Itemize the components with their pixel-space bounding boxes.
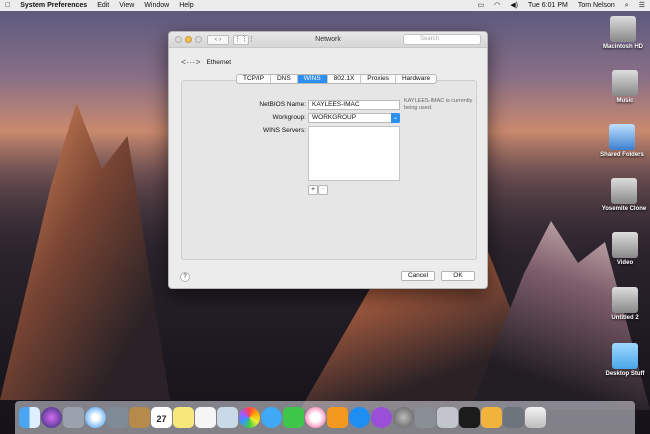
- wins-servers-list[interactable]: [308, 126, 400, 181]
- facetime-icon[interactable]: [283, 407, 304, 428]
- tab-bar: TCP/IP DNS WINS 802.1X Proxies Hardware: [236, 74, 438, 84]
- apple-icon[interactable]: : [0, 0, 15, 11]
- notes-book-icon[interactable]: [129, 407, 150, 428]
- add-server-button[interactable]: +: [308, 185, 318, 195]
- utility-icon[interactable]: [415, 407, 436, 428]
- tab-8021x[interactable]: 802.1X: [328, 75, 362, 83]
- desktop-untitled-2[interactable]: Untitled 2: [600, 287, 650, 321]
- desktop-label: Yosemite Clone: [601, 206, 647, 212]
- desktop-music[interactable]: Music: [600, 70, 650, 104]
- reminders-icon[interactable]: [195, 407, 216, 428]
- desktop-label: Desktop Stuff: [605, 371, 645, 377]
- safari-icon[interactable]: [85, 407, 106, 428]
- menu-app-name[interactable]: System Preferences: [15, 0, 92, 11]
- menu-edit[interactable]: Edit: [92, 0, 114, 11]
- help-button[interactable]: ?: [180, 272, 190, 282]
- system-preferences-icon[interactable]: [393, 407, 414, 428]
- tab-wins[interactable]: WINS: [297, 75, 328, 83]
- hard-drive-icon: [612, 70, 638, 96]
- calendar-icon[interactable]: 27: [151, 407, 172, 428]
- wifi-icon[interactable]: ◠: [489, 0, 505, 11]
- messages-icon[interactable]: [261, 407, 282, 428]
- terminal-icon[interactable]: [459, 407, 480, 428]
- desktop-desktop-stuff[interactable]: Desktop Stuff: [600, 343, 650, 377]
- ok-button[interactable]: OK: [441, 271, 475, 281]
- migration-icon[interactable]: [437, 407, 458, 428]
- siri-icon[interactable]: [41, 407, 62, 428]
- menu-user[interactable]: Tom Nelson: [573, 0, 620, 11]
- ethernet-icon: <···>: [181, 57, 201, 67]
- netbios-note: KAYLEES-IMAC is currently being used.: [404, 98, 473, 111]
- wins-servers-label: WINS Servers:: [263, 127, 306, 134]
- desktop-shared-folders[interactable]: Shared Folders: [597, 124, 647, 158]
- tab-proxies[interactable]: Proxies: [361, 75, 396, 83]
- desktop-label: Macintosh HD: [602, 44, 643, 50]
- netbios-label: NetBIOS Name:: [259, 101, 306, 108]
- hard-drive-icon: [611, 178, 637, 204]
- airplay-icon[interactable]: ▭: [473, 0, 490, 11]
- tab-hardware[interactable]: Hardware: [396, 75, 436, 83]
- desktop-macintosh-hd[interactable]: Macintosh HD: [598, 16, 648, 50]
- hard-drive-icon: [610, 16, 636, 42]
- desktop-label: Video: [616, 260, 634, 266]
- ibooks-icon[interactable]: [327, 407, 348, 428]
- finder-icon[interactable]: [19, 407, 40, 428]
- desktop-label: Untitled 2: [611, 315, 639, 321]
- menu-window[interactable]: Window: [139, 0, 174, 11]
- notification-icon[interactable]: ☰: [634, 0, 650, 11]
- menu-bar:  System Preferences Edit View Window He…: [0, 0, 650, 11]
- netbios-name-field[interactable]: KAYLEES-IMAC: [308, 100, 400, 110]
- hard-drive-icon: [612, 232, 638, 258]
- menu-view[interactable]: View: [114, 0, 139, 11]
- stickies-icon[interactable]: [173, 407, 194, 428]
- menu-help[interactable]: Help: [174, 0, 198, 11]
- menu-clock[interactable]: Tue 6:01 PM: [523, 0, 573, 11]
- workgroup-combobox[interactable]: WORKGROUP: [308, 113, 400, 123]
- podcast-icon[interactable]: [371, 407, 392, 428]
- search-input[interactable]: Search: [403, 34, 481, 45]
- photos-icon[interactable]: [239, 407, 260, 428]
- photo-browser-icon[interactable]: [107, 407, 128, 428]
- trash-icon[interactable]: [525, 407, 546, 428]
- interface-name: Ethernet: [206, 58, 232, 66]
- tab-dns[interactable]: DNS: [271, 75, 298, 83]
- desktop-video[interactable]: Video: [600, 232, 650, 266]
- dock: 27: [15, 401, 635, 434]
- folder-icon: [612, 343, 638, 369]
- hard-drive-icon: [612, 287, 638, 313]
- archive-icon[interactable]: [481, 407, 502, 428]
- app-store-icon[interactable]: [349, 407, 370, 428]
- grab-icon[interactable]: [503, 407, 524, 428]
- cancel-button[interactable]: Cancel: [401, 271, 435, 281]
- title-bar[interactable]: ‹ › ⋮⋮⋮ Network Search: [169, 32, 487, 48]
- chevron-down-icon[interactable]: ⌄: [391, 113, 400, 123]
- desktop-label: Shared Folders: [600, 152, 644, 158]
- desktop-label: Music: [616, 98, 634, 104]
- itunes-icon[interactable]: [305, 407, 326, 428]
- network-window: ‹ › ⋮⋮⋮ Network Search <···> Ethernet Ne…: [168, 31, 488, 289]
- volume-icon[interactable]: ◀): [505, 0, 523, 11]
- tab-tcpip[interactable]: TCP/IP: [237, 75, 271, 83]
- desktop-yosemite-clone[interactable]: Yosemite Clone: [599, 178, 649, 212]
- workgroup-label: Workgroup:: [272, 114, 306, 121]
- interface-header: <···> Ethernet: [181, 57, 231, 67]
- settings-panel: NetBIOS Name: KAYLEES-IMAC KAYLEES-IMAC …: [181, 80, 477, 260]
- remove-server-button[interactable]: −: [318, 185, 328, 195]
- spotlight-icon[interactable]: ⌕: [620, 0, 634, 11]
- shared-folder-icon: [609, 124, 635, 150]
- launchpad-icon[interactable]: [63, 407, 84, 428]
- preview-icon[interactable]: [217, 407, 238, 428]
